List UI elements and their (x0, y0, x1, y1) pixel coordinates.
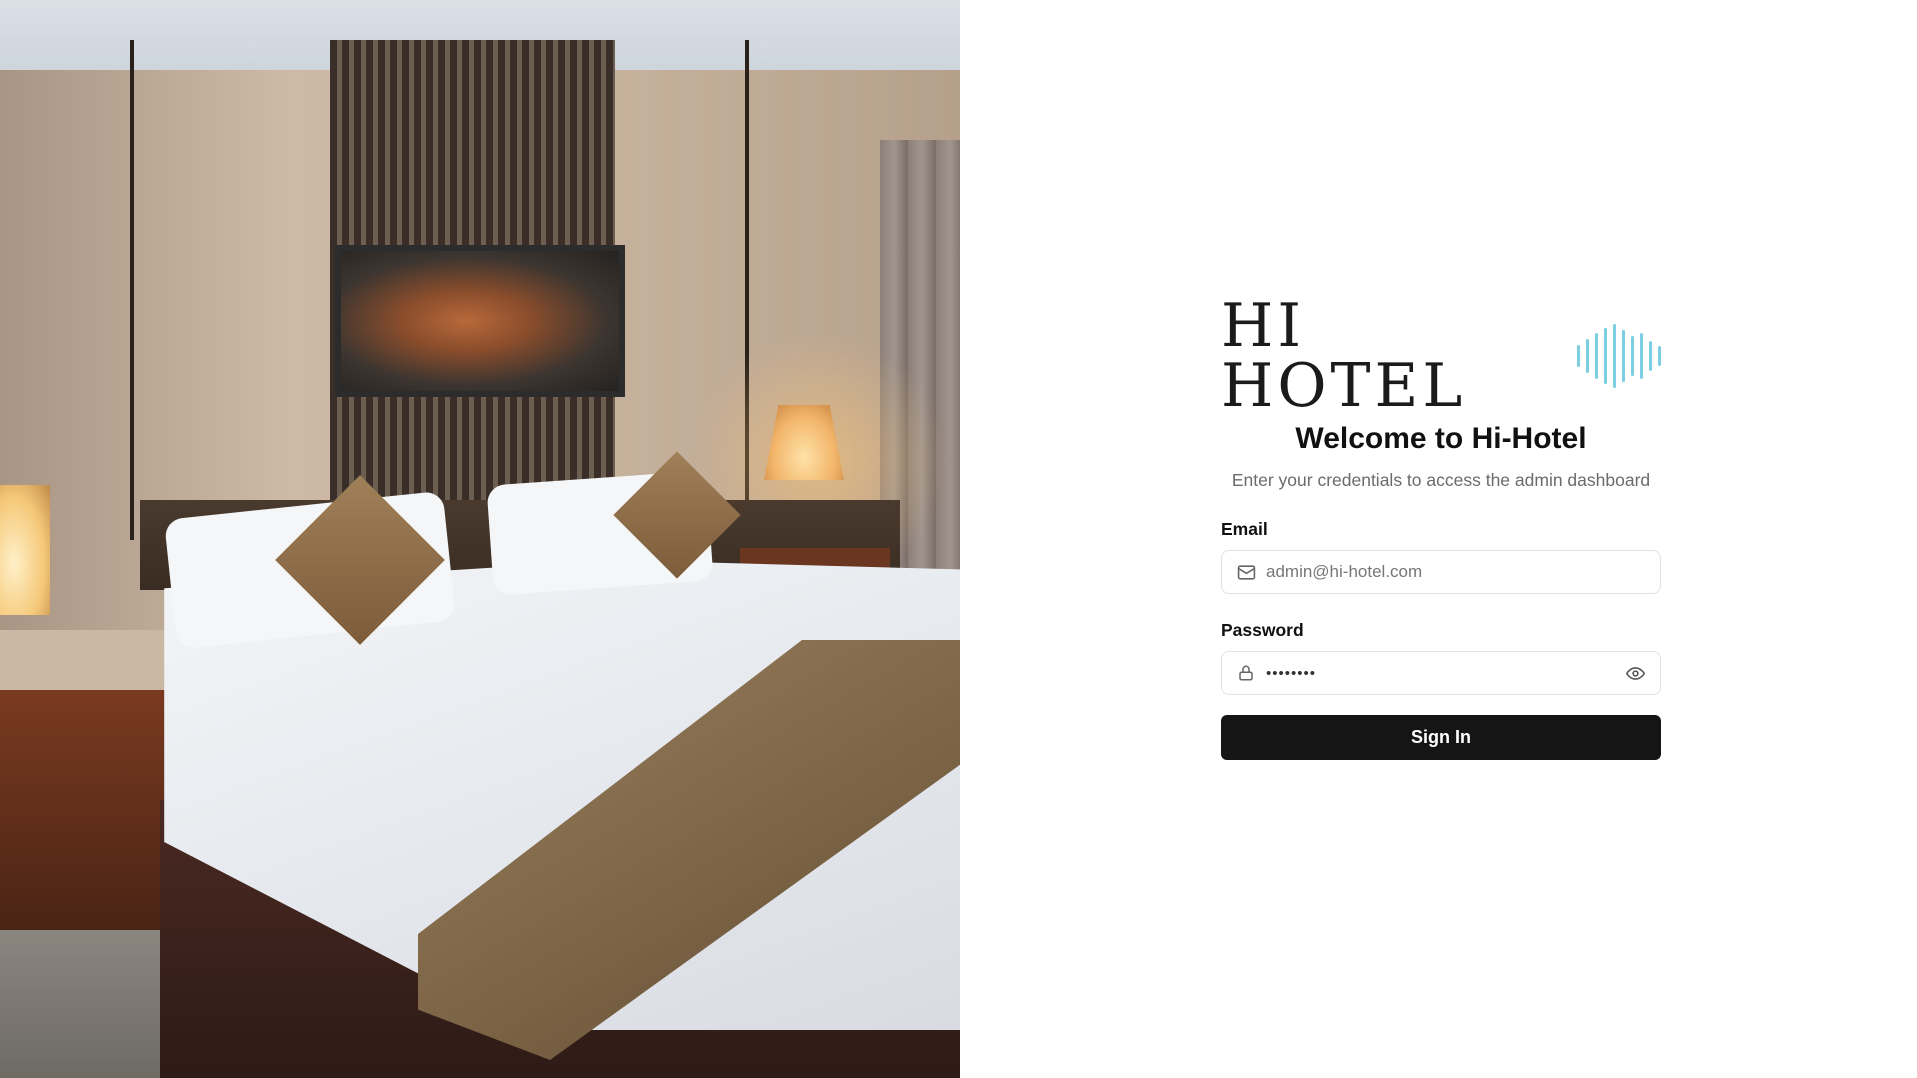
page-subtitle: Enter your credentials to access the adm… (1231, 470, 1651, 490)
email-label: Email (1221, 519, 1268, 539)
login-form: Email Password (1221, 519, 1661, 760)
lock-icon (1236, 663, 1256, 683)
email-input[interactable] (1266, 562, 1646, 582)
password-input[interactable] (1266, 664, 1624, 682)
password-field-wrapper[interactable] (1221, 651, 1661, 695)
wall-artwork (335, 245, 625, 397)
mail-icon (1236, 562, 1256, 582)
email-field-wrapper[interactable] (1221, 550, 1661, 594)
brand-logo: HI HOTEL (1221, 296, 1661, 416)
logo-text: HI HOTEL (1221, 291, 1467, 421)
sign-in-button[interactable]: Sign In (1221, 715, 1661, 760)
lamp (0, 485, 50, 615)
sound-wave-icon (1577, 323, 1661, 389)
hero-image (0, 0, 960, 1078)
login-card: HI HOTEL Welcome to Hi-Hotel Enter your … (1221, 296, 1661, 760)
password-label: Password (1221, 620, 1304, 640)
eye-icon[interactable] (1624, 662, 1646, 684)
page-title: Welcome to Hi-Hotel (1295, 422, 1587, 455)
